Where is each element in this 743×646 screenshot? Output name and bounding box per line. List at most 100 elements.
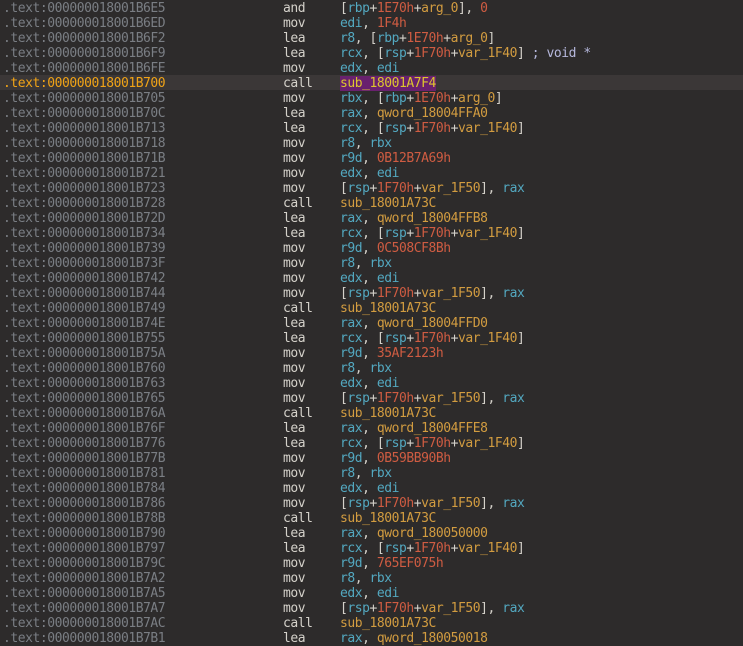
asm-row[interactable]: .text:000000018001B6EDmovedi, 1F4h xyxy=(0,15,743,30)
number-token[interactable]: 1F70h xyxy=(414,226,451,241)
register-token[interactable]: edx xyxy=(340,586,362,601)
mnemonic[interactable]: lea xyxy=(283,121,305,136)
asm-row[interactable]: .text:000000018001B755learcx, [rsp+1F70h… xyxy=(0,330,743,345)
asm-row[interactable]: .text:000000018001B6F2lear8, [rbp+1E70h+… xyxy=(0,30,743,45)
address-label[interactable]: .text:000000018001B76F xyxy=(3,421,165,436)
asm-row[interactable]: .text:000000018001B744mov[rsp+1F70h+var_… xyxy=(0,285,743,300)
mnemonic[interactable]: call xyxy=(283,196,313,211)
asm-row[interactable]: .text:000000018001B7A2movr8, rbx xyxy=(0,570,743,585)
mnemonic[interactable]: mov xyxy=(283,151,305,166)
register-token[interactable]: rax xyxy=(340,106,362,121)
register-token[interactable]: r9d xyxy=(340,151,362,166)
register-token[interactable]: rbp xyxy=(384,91,406,106)
number-token[interactable]: 1F70h xyxy=(414,121,451,136)
number-token[interactable]: 1F70h xyxy=(414,46,451,61)
register-token[interactable]: rsp xyxy=(384,541,406,556)
asm-row[interactable]: .text:000000018001B72Dlearax, qword_1800… xyxy=(0,210,743,225)
number-token[interactable]: 1F4h xyxy=(377,16,407,31)
mnemonic[interactable]: call xyxy=(283,301,313,316)
register-token[interactable]: rax xyxy=(502,181,524,196)
address-label[interactable]: .text:000000018001B723 xyxy=(3,181,165,196)
mnemonic[interactable]: mov xyxy=(283,61,305,76)
address-label[interactable]: .text:000000018001B760 xyxy=(3,361,165,376)
number-token[interactable]: 0B59BB90Bh xyxy=(377,451,451,466)
number-token[interactable]: 1F70h xyxy=(377,496,414,511)
mnemonic[interactable]: lea xyxy=(283,541,305,556)
asm-row[interactable]: .text:000000018001B75Amovr9d, 35AF2123h xyxy=(0,345,743,360)
address-label[interactable]: .text:000000018001B72D xyxy=(3,211,165,226)
address-label[interactable]: .text:000000018001B6FE xyxy=(3,61,165,76)
asm-row[interactable]: .text:000000018001B6FEmovedx, edi xyxy=(0,60,743,75)
number-token[interactable]: 0B12B7A69h xyxy=(377,151,451,166)
identifier-token[interactable]: var_1F40 xyxy=(458,541,517,556)
number-token[interactable]: 1F70h xyxy=(377,601,414,616)
asm-row[interactable]: .text:000000018001B784movedx, edi xyxy=(0,480,743,495)
selected-identifier-token[interactable]: sub_18001A7F4 xyxy=(340,76,436,91)
mnemonic[interactable]: mov xyxy=(283,496,305,511)
register-token[interactable]: rax xyxy=(502,496,524,511)
mnemonic[interactable]: mov xyxy=(283,136,305,151)
identifier-token[interactable]: var_1F50 xyxy=(421,601,480,616)
number-token[interactable]: 1F70h xyxy=(414,541,451,556)
number-token[interactable]: 765EF075h xyxy=(377,556,443,571)
identifier-token[interactable]: var_1F40 xyxy=(458,46,517,61)
register-token[interactable]: rsp xyxy=(384,331,406,346)
identifier-token[interactable]: qword_18004FFA0 xyxy=(377,106,488,121)
identifier-token[interactable]: arg_0 xyxy=(421,1,458,16)
identifier-token[interactable]: qword_18004FFB8 xyxy=(377,211,488,226)
mnemonic[interactable]: lea xyxy=(283,211,305,226)
number-token[interactable]: 1E70h xyxy=(414,91,451,106)
number-token[interactable]: 1F70h xyxy=(414,436,451,451)
asm-row[interactable]: .text:000000018001B786mov[rsp+1F70h+var_… xyxy=(0,495,743,510)
identifier-token[interactable]: qword_180050018 xyxy=(377,631,488,646)
register-token[interactable]: rcx xyxy=(340,226,362,241)
identifier-token[interactable]: arg_0 xyxy=(458,91,495,106)
identifier-token[interactable]: qword_180050000 xyxy=(377,526,488,541)
address-label[interactable]: .text:000000018001B786 xyxy=(3,496,165,511)
register-token[interactable]: edi xyxy=(340,16,362,31)
asm-row[interactable]: .text:000000018001B721movedx, edi xyxy=(0,165,743,180)
register-token[interactable]: rsp xyxy=(347,181,369,196)
mnemonic[interactable]: call xyxy=(283,406,313,421)
address-label[interactable]: .text:000000018001B718 xyxy=(3,136,165,151)
mnemonic[interactable]: mov xyxy=(283,586,305,601)
address-label[interactable]: .text:000000018001B7A5 xyxy=(3,586,165,601)
register-token[interactable]: rsp xyxy=(384,46,406,61)
asm-row[interactable]: .text:000000018001B79Cmovr9d, 765EF075h xyxy=(0,555,743,570)
asm-row[interactable]: .text:000000018001B77Bmovr9d, 0B59BB90Bh xyxy=(0,450,743,465)
register-token[interactable]: rcx xyxy=(340,46,362,61)
asm-row[interactable]: .text:000000018001B765mov[rsp+1F70h+var_… xyxy=(0,390,743,405)
register-token[interactable]: r8 xyxy=(340,256,355,271)
address-label[interactable]: .text:000000018001B70C xyxy=(3,106,165,121)
identifier-token[interactable]: qword_18004FFE8 xyxy=(377,421,488,436)
mnemonic[interactable]: mov xyxy=(283,241,305,256)
mnemonic[interactable]: mov xyxy=(283,571,305,586)
address-label[interactable]: .text:000000018001B7A7 xyxy=(3,601,165,616)
mnemonic[interactable]: lea xyxy=(283,436,305,451)
mnemonic[interactable]: mov xyxy=(283,271,305,286)
address-label[interactable]: .text:000000018001B75A xyxy=(3,346,165,361)
mnemonic[interactable]: mov xyxy=(283,256,305,271)
mnemonic[interactable]: lea xyxy=(283,316,305,331)
register-token[interactable]: rax xyxy=(340,631,362,646)
register-token[interactable]: r8 xyxy=(340,571,355,586)
register-token[interactable]: edi xyxy=(377,376,399,391)
register-token[interactable]: r9d xyxy=(340,451,362,466)
number-token[interactable]: 35AF2123h xyxy=(377,346,443,361)
mnemonic[interactable]: mov xyxy=(283,481,305,496)
asm-row[interactable]: .text:000000018001B6E5and[rbp+1E70h+arg_… xyxy=(0,0,743,15)
register-token[interactable]: rax xyxy=(340,526,362,541)
mnemonic[interactable]: lea xyxy=(283,421,305,436)
register-token[interactable]: r8 xyxy=(340,31,355,46)
mnemonic[interactable]: mov xyxy=(283,391,305,406)
mnemonic[interactable]: mov xyxy=(283,166,305,181)
asm-row[interactable]: .text:000000018001B797learcx, [rsp+1F70h… xyxy=(0,540,743,555)
register-token[interactable]: rsp xyxy=(384,121,406,136)
identifier-token[interactable]: var_1F50 xyxy=(421,391,480,406)
address-label[interactable]: .text:000000018001B739 xyxy=(3,241,165,256)
number-token[interactable]: 1F70h xyxy=(414,331,451,346)
address-label[interactable]: .text:000000018001B749 xyxy=(3,301,165,316)
register-token[interactable]: r9d xyxy=(340,241,362,256)
address-label[interactable]: .text:000000018001B776 xyxy=(3,436,165,451)
mnemonic[interactable]: mov xyxy=(283,466,305,481)
